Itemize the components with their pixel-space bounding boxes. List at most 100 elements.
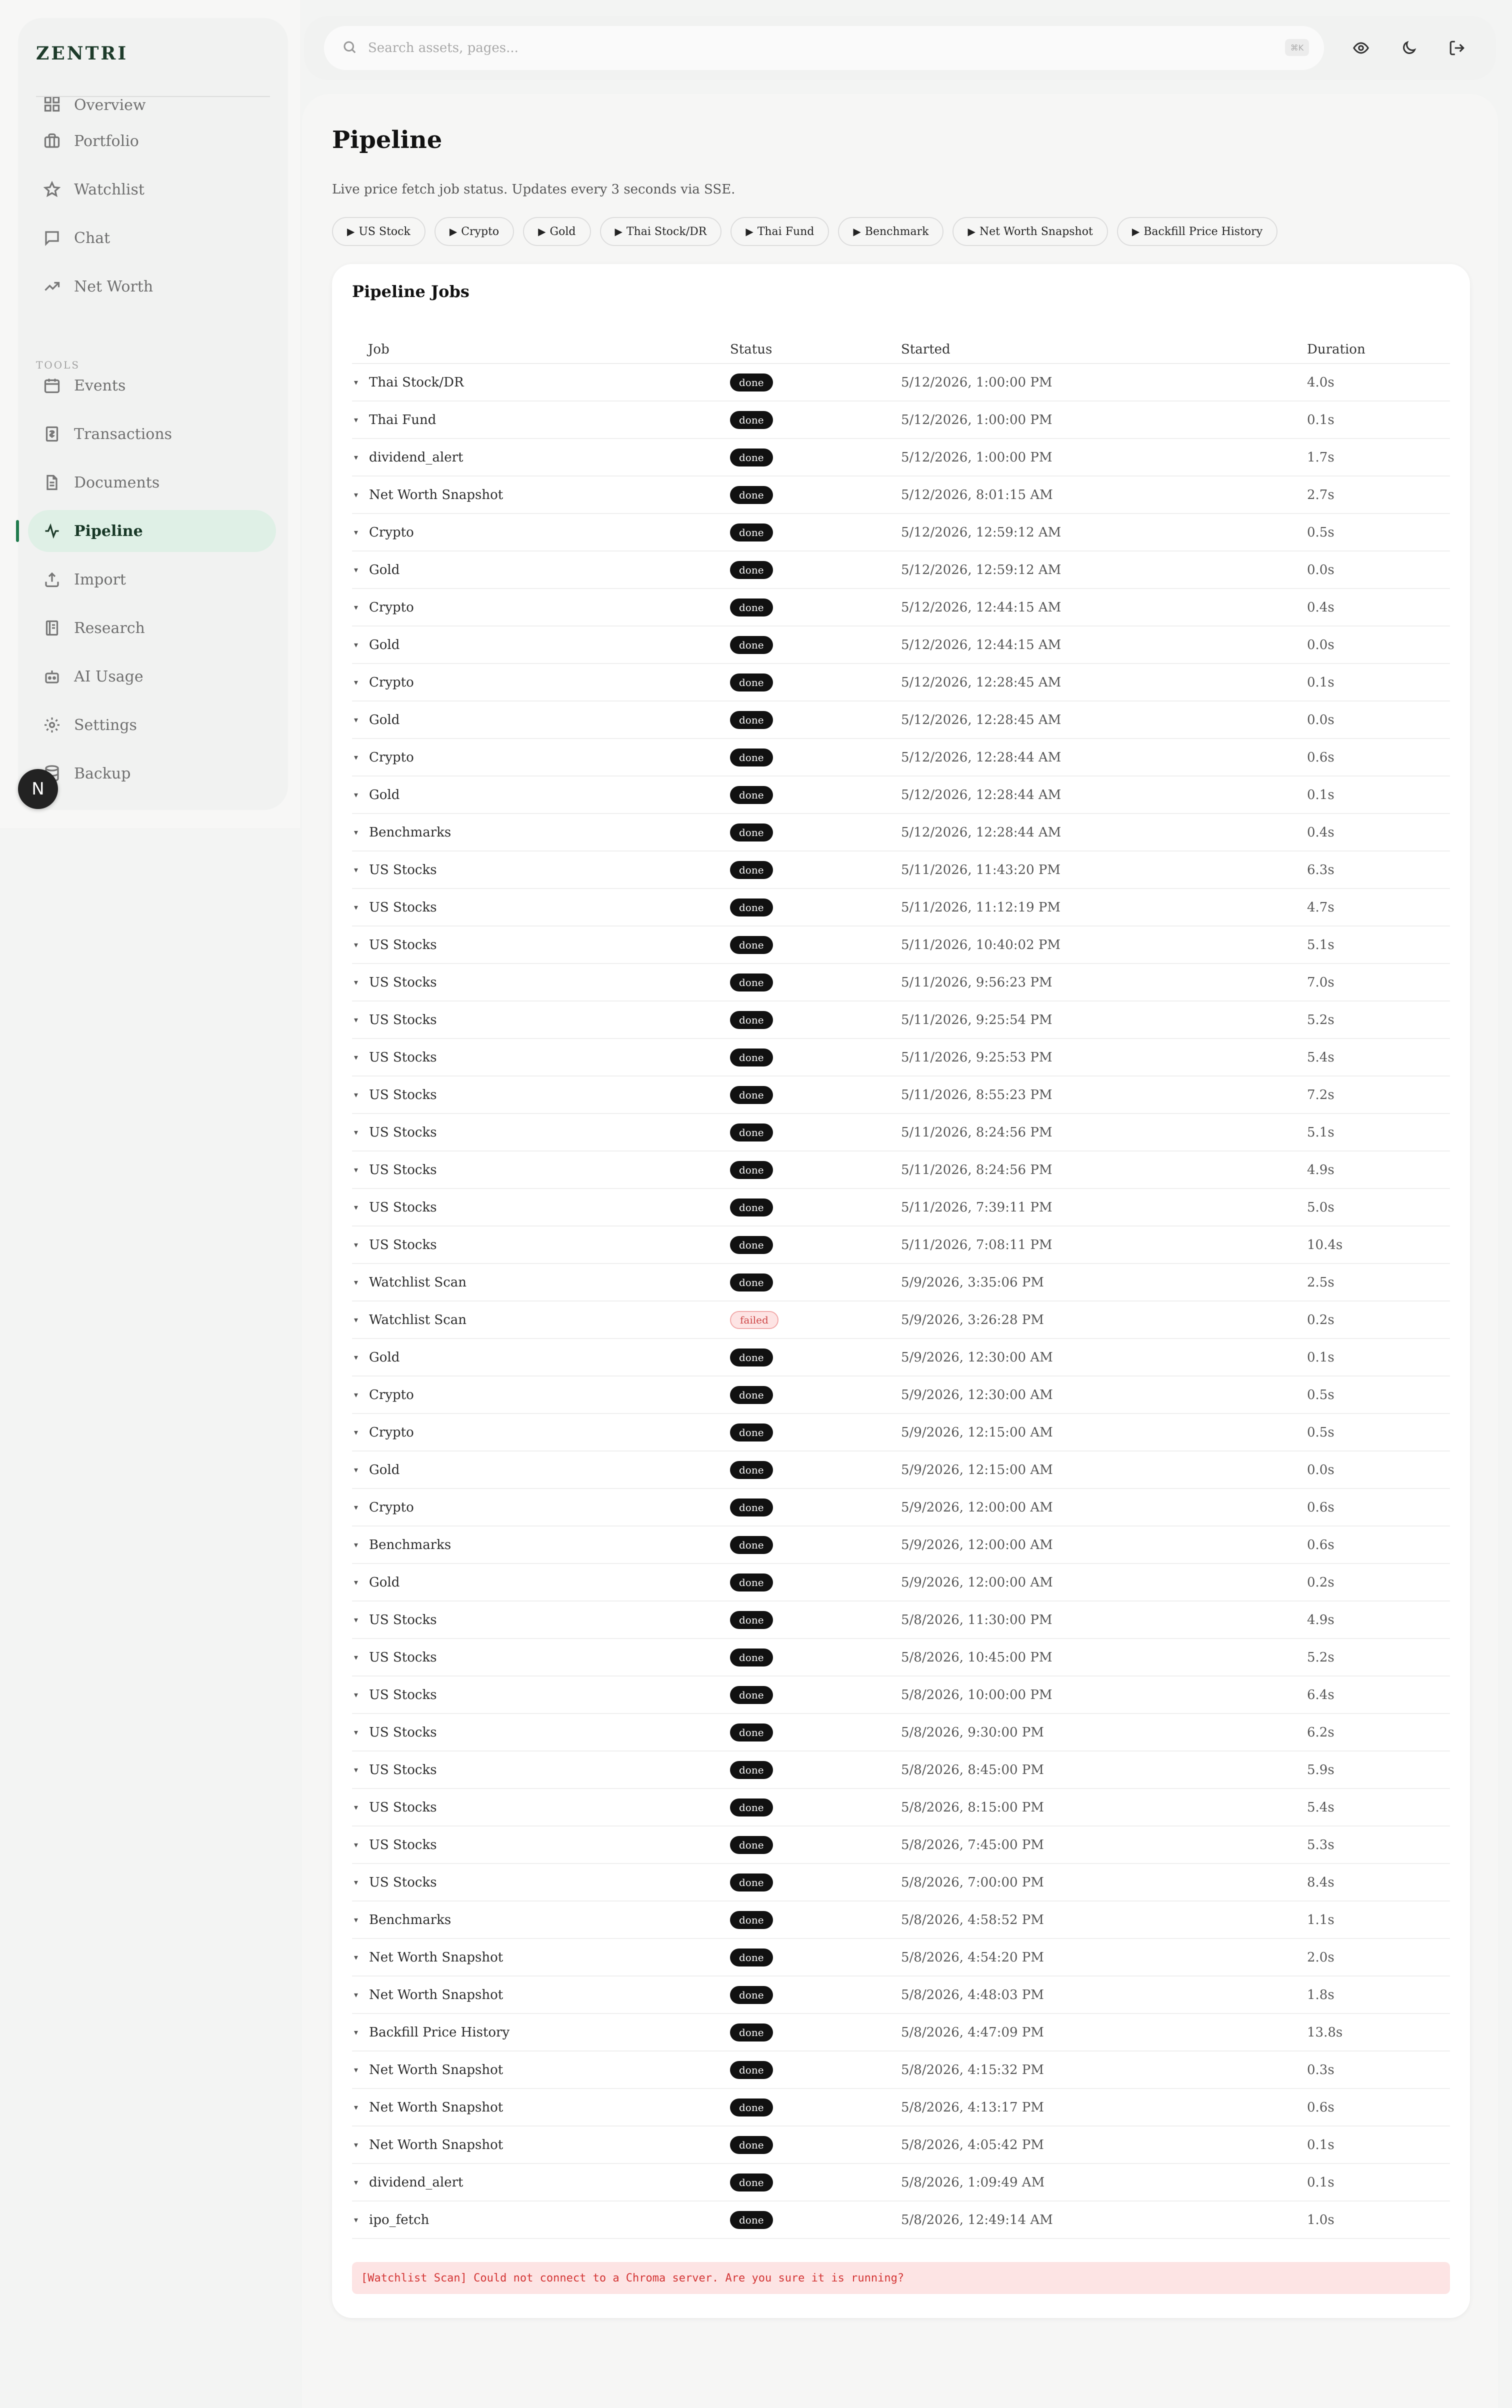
chevron-down-icon[interactable]: ▾ <box>354 2028 369 2037</box>
table-row[interactable]: ▾ Crypto done 5/12/2026, 12:28:45 AM 0.1s <box>352 664 1450 702</box>
table-row[interactable]: ▾ Gold done 5/12/2026, 12:44:15 AM 0.0s <box>352 626 1450 664</box>
run-thai-stock-dr-button[interactable]: ▶ Thai Stock/DR <box>600 217 722 246</box>
run-net-worth-snapshot-button[interactable]: ▶ Net Worth Snapshot <box>952 217 1108 246</box>
table-row[interactable]: ▾ US Stocks done 5/11/2026, 10:40:02 PM 5.1s <box>352 926 1450 964</box>
chevron-down-icon[interactable]: ▾ <box>354 1990 369 2000</box>
table-row[interactable]: ▾ Gold done 5/9/2026, 12:00:00 AM 0.2s <box>352 1564 1450 1602</box>
chevron-down-icon[interactable]: ▾ <box>354 565 369 574</box>
chevron-down-icon[interactable]: ▾ <box>354 1652 369 1662</box>
sidebar-item-net-worth[interactable]: Net Worth <box>28 266 276 308</box>
chevron-down-icon[interactable]: ▾ <box>354 828 369 837</box>
sidebar-item-settings[interactable]: Settings <box>28 704 276 746</box>
sidebar-item-research[interactable]: Research <box>28 607 276 649</box>
chevron-down-icon[interactable]: ▾ <box>354 1578 369 1587</box>
chevron-down-icon[interactable]: ▾ <box>354 1802 369 1812</box>
chevron-down-icon[interactable]: ▾ <box>354 978 369 987</box>
table-row[interactable]: ▾ US Stocks done 5/8/2026, 10:45:00 PM 5.2s <box>352 1639 1450 1676</box>
chevron-down-icon[interactable]: ▾ <box>354 490 369 500</box>
table-row[interactable]: ▾ Crypto done 5/9/2026, 12:15:00 AM 0.5s <box>352 1414 1450 1452</box>
chevron-down-icon[interactable]: ▾ <box>354 752 369 762</box>
chevron-down-icon[interactable]: ▾ <box>354 452 369 462</box>
run-gold-button[interactable]: ▶ Gold <box>523 217 591 246</box>
chevron-down-icon[interactable]: ▾ <box>354 1128 369 1137</box>
chevron-down-icon[interactable]: ▾ <box>354 1090 369 1100</box>
table-row[interactable]: ▾ Benchmarks done 5/8/2026, 4:58:52 PM 1.1s <box>352 1902 1450 1939</box>
chevron-down-icon[interactable]: ▾ <box>354 1202 369 1212</box>
run-crypto-button[interactable]: ▶ Crypto <box>434 217 514 246</box>
chevron-down-icon[interactable]: ▾ <box>354 1502 369 1512</box>
table-row[interactable]: ▾ US Stocks done 5/8/2026, 8:45:00 PM 5.9s <box>352 1752 1450 1789</box>
chevron-down-icon[interactable]: ▾ <box>354 1840 369 1850</box>
run-us-stock-button[interactable]: ▶ US Stock <box>332 217 426 246</box>
chevron-down-icon[interactable]: ▾ <box>354 865 369 874</box>
run-benchmark-button[interactable]: ▶ Benchmark <box>838 217 944 246</box>
table-row[interactable]: ▾ US Stocks done 5/8/2026, 9:30:00 PM 6.2s <box>352 1714 1450 1752</box>
table-row[interactable]: ▾ dividend_alert done 5/8/2026, 1:09:49 AM 0… <box>352 2164 1450 2202</box>
table-row[interactable]: ▾ US Stocks done 5/8/2026, 11:30:00 PM 4.9s <box>352 1602 1450 1639</box>
chevron-down-icon[interactable]: ▾ <box>354 1390 369 1400</box>
sidebar-item-portfolio[interactable]: Portfolio <box>28 120 276 162</box>
chevron-down-icon[interactable]: ▾ <box>354 2065 369 2074</box>
chevron-down-icon[interactable]: ▾ <box>354 1952 369 1962</box>
chevron-down-icon[interactable]: ▾ <box>354 790 369 800</box>
table-row[interactable]: ▾ Thai Fund done 5/12/2026, 1:00:00 PM 0.1s <box>352 402 1450 439</box>
table-row[interactable]: ▾ US Stocks done 5/11/2026, 7:08:11 PM 10.4s <box>352 1226 1450 1264</box>
eye-icon[interactable] <box>1349 36 1373 60</box>
chevron-down-icon[interactable]: ▾ <box>354 715 369 724</box>
table-row[interactable]: ▾ Crypto done 5/9/2026, 12:30:00 AM 0.5s <box>352 1376 1450 1414</box>
table-row[interactable]: ▾ US Stocks done 5/11/2026, 11:12:19 PM 4.7s <box>352 889 1450 926</box>
table-row[interactable]: ▾ US Stocks done 5/11/2026, 8:24:56 PM 5.1s <box>352 1114 1450 1152</box>
table-row[interactable]: ▾ US Stocks done 5/11/2026, 9:25:54 PM 5.2s <box>352 1002 1450 1039</box>
chevron-down-icon[interactable]: ▾ <box>354 378 369 387</box>
table-row[interactable]: ▾ Gold done 5/12/2026, 12:28:44 AM 0.1s <box>352 776 1450 814</box>
table-row[interactable]: ▾ US Stocks done 5/11/2026, 8:55:23 PM 7.2s <box>352 1076 1450 1114</box>
table-row[interactable]: ▾ Backfill Price History done 5/8/2026, 4:4… <box>352 2014 1450 2052</box>
chevron-down-icon[interactable]: ▾ <box>354 1615 369 1624</box>
chevron-down-icon[interactable]: ▾ <box>354 602 369 612</box>
sidebar-item-ai-usage[interactable]: AI Usage <box>28 656 276 698</box>
chevron-down-icon[interactable]: ▾ <box>354 2102 369 2112</box>
table-row[interactable]: ▾ US Stocks done 5/11/2026, 7:39:11 PM 5.0s <box>352 1189 1450 1226</box>
table-row[interactable]: ▾ US Stocks done 5/11/2026, 11:43:20 PM 6.3s <box>352 852 1450 889</box>
chevron-down-icon[interactable]: ▾ <box>354 902 369 912</box>
table-row[interactable]: ▾ US Stocks done 5/11/2026, 9:25:53 PM 5.4s <box>352 1039 1450 1076</box>
chevron-down-icon[interactable]: ▾ <box>354 1165 369 1174</box>
avatar-badge[interactable]: N <box>18 769 58 809</box>
search-bar[interactable]: ⌘K <box>324 26 1324 70</box>
chevron-down-icon[interactable]: ▾ <box>354 1915 369 1924</box>
table-row[interactable]: ▾ Gold done 5/9/2026, 12:15:00 AM 0.0s <box>352 1452 1450 1489</box>
table-row[interactable]: ▾ dividend_alert done 5/12/2026, 1:00:00 PM… <box>352 439 1450 476</box>
chevron-down-icon[interactable]: ▾ <box>354 2178 369 2187</box>
sidebar-item-chat[interactable]: Chat <box>28 217 276 259</box>
chevron-down-icon[interactable]: ▾ <box>354 1465 369 1474</box>
table-row[interactable]: ▾ US Stocks done 5/8/2026, 8:15:00 PM 5.4s <box>352 1789 1450 1826</box>
sidebar-item-pipeline[interactable]: Pipeline <box>28 510 276 552</box>
table-row[interactable]: ▾ Net Worth Snapshot done 5/8/2026, 4:15:32… <box>352 2052 1450 2089</box>
chevron-down-icon[interactable]: ▾ <box>354 415 369 424</box>
chevron-down-icon[interactable]: ▾ <box>354 1052 369 1062</box>
sidebar-item-watchlist[interactable]: Watchlist <box>28 168 276 210</box>
chevron-down-icon[interactable]: ▾ <box>354 1540 369 1550</box>
chevron-down-icon[interactable]: ▾ <box>354 940 369 950</box>
moon-icon[interactable] <box>1397 36 1421 60</box>
sidebar-item-transactions[interactable]: Transactions <box>28 413 276 455</box>
chevron-down-icon[interactable]: ▾ <box>354 528 369 537</box>
table-row[interactable]: ▾ Crypto done 5/12/2026, 12:59:12 AM 0.5s <box>352 514 1450 552</box>
chevron-down-icon[interactable]: ▾ <box>354 678 369 687</box>
chevron-down-icon[interactable]: ▾ <box>354 1240 369 1250</box>
table-row[interactable]: ▾ ipo_fetch done 5/8/2026, 12:49:14 AM 1.0s <box>352 2202 1450 2239</box>
table-row[interactable]: ▾ Net Worth Snapshot done 5/8/2026, 4:48:03… <box>352 1976 1450 2014</box>
table-row[interactable]: ▾ Gold done 5/12/2026, 12:59:12 AM 0.0s <box>352 552 1450 589</box>
brand-logo[interactable]: ZENTRI <box>36 43 128 64</box>
sidebar-item-overview[interactable]: Overview <box>28 92 276 114</box>
table-row[interactable]: ▾ US Stocks done 5/11/2026, 9:56:23 PM 7.0s <box>352 964 1450 1002</box>
table-row[interactable]: ▾ US Stocks done 5/11/2026, 8:24:56 PM 4.9s <box>352 1152 1450 1189</box>
table-row[interactable]: ▾ US Stocks done 5/8/2026, 7:45:00 PM 5.3s <box>352 1826 1450 1864</box>
chevron-down-icon[interactable]: ▾ <box>354 1728 369 1737</box>
sidebar-item-backup[interactable]: Backup <box>28 752 276 794</box>
table-row[interactable]: ▾ Crypto done 5/12/2026, 12:28:44 AM 0.6s <box>352 739 1450 776</box>
sidebar-item-documents[interactable]: Documents <box>28 462 276 504</box>
table-row[interactable]: ▾ US Stocks done 5/8/2026, 7:00:00 PM 8.4s <box>352 1864 1450 1902</box>
sidebar-item-events[interactable]: Events <box>28 364 276 406</box>
table-row[interactable]: ▾ Benchmarks done 5/9/2026, 12:00:00 AM 0.6s <box>352 1526 1450 1564</box>
